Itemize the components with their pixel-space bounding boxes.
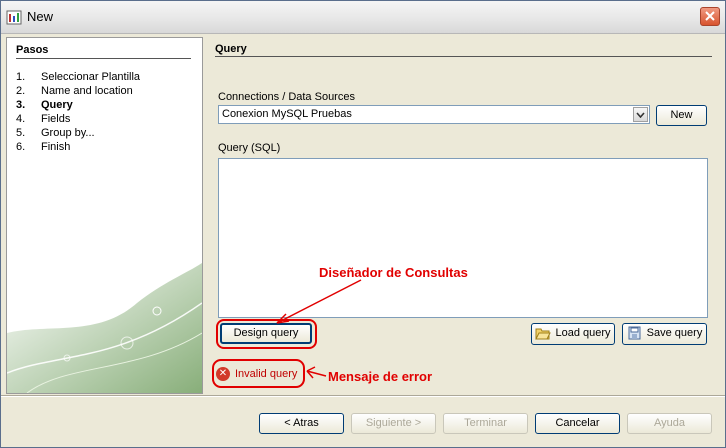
back-button[interactable]: < Atras: [259, 413, 344, 434]
finish-button[interactable]: Terminar: [443, 413, 528, 434]
annotation-arrow-design: [276, 279, 362, 324]
annotation-designer-label: Diseñador de Consultas: [319, 265, 468, 280]
next-button[interactable]: Siguiente >: [351, 413, 436, 434]
new-wizard-dialog: New Pasos 1. Seleccionar Plantilla 2. Name…: [0, 0, 726, 448]
annotation-error-label: Mensaje de error: [328, 369, 433, 384]
cancel-button[interactable]: Cancelar: [535, 413, 620, 434]
divider: [1, 396, 725, 397]
help-button[interactable]: Ayuda: [627, 413, 712, 434]
